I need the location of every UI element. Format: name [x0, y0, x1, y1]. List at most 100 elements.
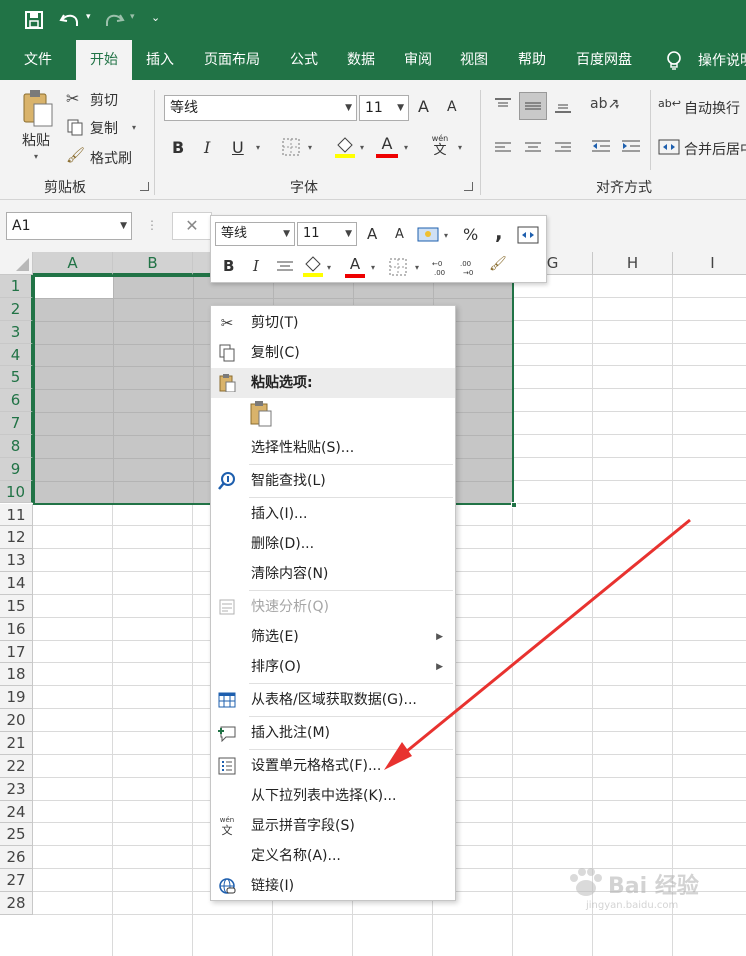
font-size-combo[interactable]: 11 ▼	[359, 95, 409, 121]
decrease-decimal-icon[interactable]: .00 →0	[459, 257, 481, 277]
mini-fill-color-dropdown-icon[interactable]: ▾	[327, 263, 331, 272]
paste-option-icon[interactable]	[249, 400, 275, 428]
mini-borders-icon[interactable]	[389, 258, 407, 276]
mini-font-color-icon[interactable]: A	[345, 255, 365, 279]
align-center-icon[interactable]	[523, 140, 543, 156]
column-header-h[interactable]: H	[593, 252, 673, 275]
row-header-23[interactable]: 23	[0, 777, 33, 801]
menu-item-cut[interactable]: ✂ 剪切(T)	[211, 308, 455, 338]
mini-grow-font-button[interactable]: A	[367, 225, 377, 243]
row-header-1[interactable]: 1	[0, 275, 33, 298]
format-painter-button[interactable]: 格式刷	[90, 148, 132, 168]
row-header-6[interactable]: 6	[0, 389, 33, 413]
align-left-icon[interactable]	[493, 140, 513, 156]
menu-item-clear-contents[interactable]: 清除内容(N)	[211, 559, 455, 589]
wrap-text-button[interactable]: 自动换行	[684, 98, 740, 118]
row-header-12[interactable]: 12	[0, 526, 33, 550]
menu-item-insert-comment[interactable]: 插入批注(M)	[211, 718, 455, 748]
mini-align-center-icon[interactable]	[275, 258, 295, 276]
row-header-4[interactable]: 4	[0, 343, 33, 367]
row-header-2[interactable]: 2	[0, 297, 33, 321]
clipboard-launcher-icon[interactable]	[140, 182, 149, 191]
customize-qat-icon[interactable]: ⌄	[151, 11, 160, 24]
fill-color-icon[interactable]	[334, 135, 356, 159]
menu-item-sort[interactable]: 排序(O) ▶	[211, 652, 455, 682]
mini-bold-button[interactable]: B	[223, 257, 234, 275]
lightbulb-icon[interactable]	[664, 50, 684, 72]
cut-icon[interactable]: ✂	[66, 90, 86, 108]
row-header-20[interactable]: 20	[0, 709, 33, 732]
row-header-15[interactable]: 15	[0, 594, 33, 618]
copy-button[interactable]: 复制	[90, 118, 118, 138]
copy-icon[interactable]	[66, 118, 84, 136]
mini-shrink-font-button[interactable]: A	[395, 227, 404, 242]
menu-item-format-cells[interactable]: 设置单元格格式(F)...	[211, 751, 455, 781]
row-header-3[interactable]: 3	[0, 320, 33, 344]
shrink-font-button[interactable]: A	[447, 99, 457, 115]
phonetic-icon[interactable]: wén 文	[428, 134, 452, 160]
borders-icon[interactable]	[282, 138, 300, 156]
row-header-11[interactable]: 11	[0, 503, 33, 527]
tell-me-box[interactable]: 操作说明	[698, 40, 746, 80]
row-header-18[interactable]: 18	[0, 663, 33, 687]
menu-item-define-name[interactable]: 定义名称(A)...	[211, 841, 455, 871]
row-header-28[interactable]: 28	[0, 891, 33, 915]
fill-color-dropdown-icon[interactable]: ▾	[360, 143, 364, 152]
format-painter-icon[interactable]: 🖌	[66, 146, 86, 164]
menu-item-show-phonetic[interactable]: wén 文显示拼音字段(S)	[211, 811, 455, 841]
tab-data[interactable]: 数据	[336, 40, 386, 80]
undo-dropdown-icon[interactable]: ▾	[86, 12, 91, 22]
row-header-26[interactable]: 26	[0, 846, 33, 870]
menu-item-copy[interactable]: 复制(C)	[211, 338, 455, 368]
undo-icon[interactable]	[58, 9, 84, 31]
tab-file[interactable]: 文件	[10, 40, 66, 80]
column-header-a[interactable]: A	[33, 252, 113, 275]
row-header-14[interactable]: 14	[0, 572, 33, 595]
increase-indent-icon[interactable]	[620, 138, 642, 156]
number-format-icon[interactable]	[417, 225, 441, 245]
mini-size-combo[interactable]: 11 ▼	[297, 222, 357, 246]
mini-font-color-dropdown-icon[interactable]: ▾	[371, 263, 375, 272]
menu-item-insert[interactable]: 插入(I)...	[211, 499, 455, 529]
copy-dropdown-icon[interactable]: ▾	[132, 123, 136, 132]
merge-center-button[interactable]: 合并后居中	[684, 139, 746, 159]
row-header-8[interactable]: 8	[0, 434, 33, 458]
tab-help[interactable]: 帮助	[504, 40, 560, 80]
name-box[interactable]: A1 ▼	[6, 212, 132, 240]
orientation-dropdown-icon[interactable]: ▾	[615, 102, 619, 111]
active-cell[interactable]	[35, 277, 114, 298]
align-top-icon[interactable]	[493, 97, 513, 113]
mini-italic-button[interactable]: I	[253, 257, 259, 275]
italic-button[interactable]: I	[204, 138, 210, 157]
bold-button[interactable]: B	[172, 138, 184, 157]
tab-view[interactable]: 视图	[448, 40, 500, 80]
comma-style-button[interactable]: ,	[495, 220, 503, 244]
mini-borders-dropdown-icon[interactable]: ▾	[415, 263, 419, 272]
font-color-icon[interactable]: A	[376, 135, 398, 159]
percent-style-button[interactable]: %	[463, 225, 478, 244]
paste-icon[interactable]	[20, 88, 54, 128]
mini-font-combo[interactable]: 等线 ▼	[215, 222, 295, 246]
tab-review[interactable]: 审阅	[392, 40, 444, 80]
font-color-dropdown-icon[interactable]: ▾	[404, 143, 408, 152]
menu-item-filter[interactable]: 筛选(E) ▶	[211, 622, 455, 652]
fill-handle[interactable]	[511, 502, 517, 508]
align-middle-icon[interactable]	[519, 92, 547, 120]
save-icon[interactable]	[24, 10, 44, 30]
menu-item-delete[interactable]: 删除(D)...	[211, 529, 455, 559]
row-header-25[interactable]: 25	[0, 823, 33, 847]
paste-dropdown-icon[interactable]: ▾	[34, 152, 38, 161]
tab-home[interactable]: 开始	[76, 40, 132, 80]
tab-page-layout[interactable]: 页面布局	[192, 40, 272, 80]
number-format-dropdown-icon[interactable]: ▾	[444, 231, 448, 240]
cut-button[interactable]: 剪切	[90, 90, 118, 110]
tab-insert[interactable]: 插入	[134, 40, 186, 80]
cancel-entry-button[interactable]: ✕	[172, 212, 212, 240]
menu-item-pick-from-list[interactable]: 从下拉列表中选择(K)...	[211, 781, 455, 811]
row-header-27[interactable]: 27	[0, 869, 33, 892]
merge-center-icon[interactable]	[658, 138, 680, 156]
row-header-24[interactable]: 24	[0, 800, 33, 824]
phonetic-dropdown-icon[interactable]: ▾	[458, 143, 462, 152]
column-header-i[interactable]: I	[673, 252, 746, 275]
align-bottom-icon[interactable]	[553, 97, 573, 115]
